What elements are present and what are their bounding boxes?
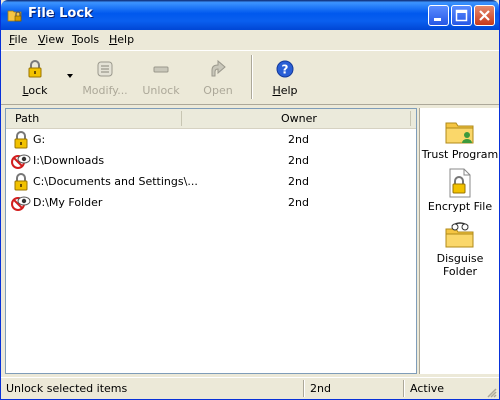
modify-icon — [97, 61, 113, 77]
column-header-path[interactable]: Path — [15, 112, 39, 125]
maximize-button[interactable] — [451, 5, 472, 26]
app-window: File Lock File View Tools Help Lock Modi… — [0, 0, 500, 400]
menu-view[interactable]: View — [38, 33, 64, 46]
row-owner: 2nd — [288, 196, 309, 209]
resize-grip-icon[interactable] — [485, 386, 497, 398]
maximize-icon — [455, 9, 468, 22]
row-owner: 2nd — [288, 175, 309, 188]
window-title: File Lock — [28, 6, 93, 21]
open-label: Open — [203, 84, 233, 97]
unlock-label: Unlock — [142, 84, 180, 97]
row-path: D:\My Folder — [33, 196, 103, 209]
toolbar: Lock Modify... Unlock Open ? Help — [1, 50, 499, 105]
column-header-owner[interactable]: Owner — [281, 112, 317, 125]
hidden-eye-icon — [11, 196, 31, 211]
column-divider[interactable] — [410, 111, 411, 126]
column-divider[interactable] — [181, 111, 182, 126]
menu-help-label: elp — [117, 33, 135, 46]
open-button[interactable]: Open — [188, 51, 248, 103]
row-path: G: — [33, 133, 46, 146]
disguise-folder-button[interactable]: Disguise Folder — [420, 216, 499, 278]
encrypt-file-button[interactable]: Encrypt File — [420, 164, 499, 216]
unlock-button[interactable]: Unlock — [131, 51, 191, 103]
list-row[interactable]: D:\My Folder 2nd — [6, 192, 416, 213]
list-header: Path Owner — [6, 109, 416, 129]
status-state: Active — [410, 382, 445, 395]
help-button[interactable]: ? Help — [255, 51, 315, 103]
status-divider — [303, 380, 305, 397]
disguise-folder-label: Disguise Folder — [436, 252, 484, 278]
hidden-eye-icon — [11, 154, 31, 169]
open-arrow-icon — [211, 59, 226, 77]
lock-icon — [14, 173, 28, 191]
unlock-icon — [153, 66, 169, 73]
help-icon: ? — [276, 60, 294, 78]
row-path: I:\Downloads — [33, 154, 105, 167]
toolbar-separator — [251, 55, 253, 99]
status-bar: Unlock selected items 2nd Active — [1, 377, 499, 399]
locked-items-list[interactable]: Path Owner G: 2nd I:\Downloads 2nd C:\Do… — [5, 108, 417, 374]
encrypt-file-label: Encrypt File — [427, 200, 493, 213]
trust-program-button[interactable]: Trust Program — [420, 112, 499, 164]
menu-bar: File View Tools Help — [1, 30, 499, 49]
list-row[interactable]: C:\Documents and Settings\... 2nd — [6, 171, 416, 192]
modify-button[interactable]: Modify... — [75, 51, 135, 103]
lock-icon — [28, 60, 42, 78]
menu-tools-label: ools — [76, 33, 100, 46]
status-divider — [403, 380, 405, 397]
minimize-icon — [434, 18, 441, 21]
row-owner: 2nd — [288, 133, 309, 146]
close-icon — [479, 10, 490, 21]
trust-program-label: Trust Program — [421, 148, 499, 161]
title-bar[interactable]: File Lock — [1, 0, 499, 30]
disguise-folder-icon — [445, 222, 474, 248]
menu-file[interactable]: File — [9, 33, 27, 46]
menu-view-label: iew — [45, 33, 65, 46]
status-message: Unlock selected items — [6, 382, 128, 395]
tasks-panel: Trust Program Encrypt File Disguise Fold… — [419, 108, 499, 374]
lock-label: Lock — [22, 84, 48, 97]
list-row[interactable]: G: 2nd — [6, 129, 416, 150]
lock-icon — [14, 131, 28, 149]
row-owner: 2nd — [288, 154, 309, 167]
row-path: C:\Documents and Settings\... — [33, 175, 198, 188]
status-user: 2nd — [310, 382, 331, 395]
modify-label: Modify... — [82, 84, 128, 97]
list-row[interactable]: I:\Downloads 2nd — [6, 150, 416, 171]
close-button[interactable] — [474, 5, 495, 26]
help-label: Help — [272, 84, 298, 97]
menu-help[interactable]: Help — [109, 33, 134, 46]
lock-dropdown-arrow-icon[interactable] — [66, 73, 74, 79]
trust-program-folder-icon — [445, 122, 474, 144]
menu-file-label: ile — [14, 33, 28, 46]
minimize-button[interactable] — [428, 5, 449, 26]
svg-text:?: ? — [282, 63, 289, 77]
menu-tools[interactable]: Tools — [72, 33, 99, 46]
encrypt-file-icon — [449, 168, 471, 198]
lock-button[interactable]: Lock — [5, 51, 65, 103]
folder-lock-app-icon — [7, 10, 22, 22]
